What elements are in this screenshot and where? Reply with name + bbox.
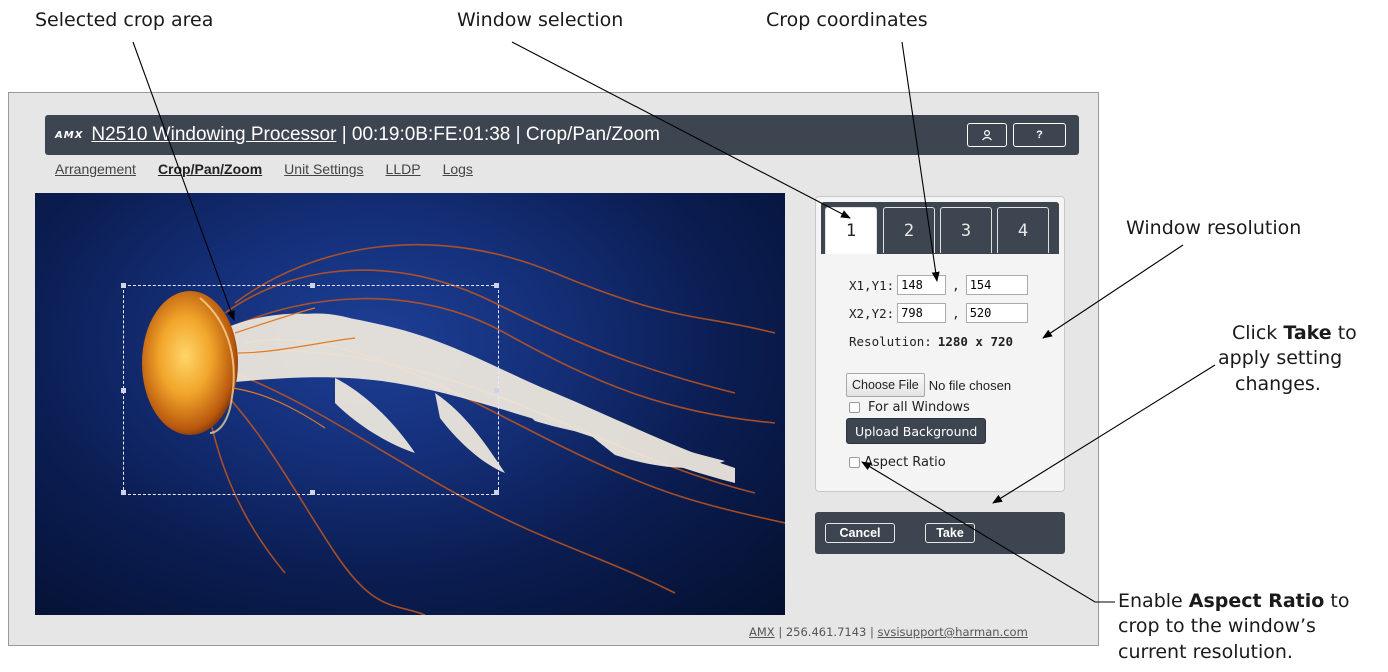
for-all-windows-label: For all Windows <box>868 400 970 415</box>
screenshot-frame: AMX N2510 Windowing Processor | 00:19:0B… <box>8 92 1099 646</box>
upload-row: Upload Background <box>846 418 987 444</box>
x2y2-label: X2,Y2: <box>849 305 895 321</box>
crop-handle-left[interactable] <box>121 388 126 393</box>
x1-input[interactable] <box>897 275 947 295</box>
tab-window-2[interactable]: 2 <box>883 207 935 253</box>
nav-arrangement[interactable]: Arrangement <box>55 161 136 177</box>
footer: AMX | 256.461.7143 | svsisupport@harman.… <box>749 625 1028 639</box>
resolution-row: Resolution: 1280 x 720 <box>849 334 1013 349</box>
resolution-label: Resolution: <box>849 334 932 349</box>
callout-window-resolution: Window resolution <box>1126 217 1302 239</box>
page-title: N2510 Windowing Processor | 00:19:0B:FE:… <box>91 124 660 145</box>
aspect-ratio-label: Aspect Ratio <box>864 455 946 470</box>
footer-email-link[interactable]: svsisupport@harman.com <box>878 625 1028 639</box>
aspect-ratio-checkbox[interactable] <box>849 457 860 468</box>
user-button[interactable] <box>967 123 1007 147</box>
x1y1-row: X1,Y1: , <box>849 275 1028 295</box>
crop-handle-bottom-left[interactable] <box>121 490 126 495</box>
for-all-windows-checkbox[interactable] <box>849 402 860 413</box>
nav-crop-pan-zoom[interactable]: Crop/Pan/Zoom <box>158 161 262 177</box>
tab-window-4[interactable]: 4 <box>997 207 1049 253</box>
nav-unit-settings[interactable]: Unit Settings <box>284 161 363 177</box>
for-all-windows-row: For all Windows <box>849 400 970 415</box>
x2y2-row: X2,Y2: , <box>849 303 1028 323</box>
amx-logo: AMX <box>55 129 84 141</box>
tab-window-3[interactable]: 3 <box>940 207 992 253</box>
nav-logs[interactable]: Logs <box>443 161 473 177</box>
tab-window-1[interactable]: 1 <box>825 207 877 254</box>
callout-take: Click Take to apply setting changes. <box>1218 322 1357 395</box>
upload-background-button[interactable]: Upload Background <box>846 418 987 444</box>
window-tabs: 1 2 3 4 <box>821 202 1059 254</box>
help-button[interactable]: ? <box>1013 123 1066 147</box>
crop-handle-bottom-right[interactable] <box>494 490 499 495</box>
resolution-value: 1280 x 720 <box>937 334 1014 349</box>
y1-input[interactable] <box>965 275 1028 295</box>
crop-handle-bottom[interactable] <box>310 490 315 495</box>
callout-crop-coordinates: Crop coordinates <box>766 9 928 31</box>
crop-handle-right[interactable] <box>494 388 499 393</box>
no-file-text: No file chosen <box>928 377 1012 393</box>
callout-window-selection: Window selection <box>457 9 624 31</box>
crop-settings-panel: 1 2 3 4 X1,Y1: , X2,Y2: , Resolution: 12… <box>815 196 1065 492</box>
crop-selection-box[interactable] <box>121 283 499 495</box>
crop-handle-top[interactable] <box>310 283 315 288</box>
aspect-ratio-row: Aspect Ratio <box>849 455 946 470</box>
choose-file-button[interactable]: Choose File <box>846 373 925 397</box>
callout-aspect-ratio: Enable Aspect Ratio to crop to the windo… <box>1118 590 1350 663</box>
file-row: Choose File No file chosen <box>846 373 1011 397</box>
x2-input[interactable] <box>897 303 947 323</box>
callout-selected-crop-area: Selected crop area <box>35 9 214 31</box>
source-image-preview[interactable] <box>35 193 785 615</box>
cancel-button[interactable]: Cancel <box>825 523 895 543</box>
x1y1-label: X1,Y1: <box>849 277 895 293</box>
y2-input[interactable] <box>965 303 1028 323</box>
crop-handle-top-left[interactable] <box>121 283 126 288</box>
user-icon <box>982 129 992 141</box>
main-nav: Arrangement Crop/Pan/Zoom Unit Settings … <box>55 161 473 177</box>
take-button[interactable]: Take <box>925 523 975 543</box>
title-bar: AMX N2510 Windowing Processor | 00:19:0B… <box>45 115 1079 155</box>
footer-amx-link[interactable]: AMX <box>749 625 775 639</box>
device-link[interactable]: N2510 Windowing Processor <box>91 124 336 145</box>
action-bar: Cancel Take <box>815 512 1065 554</box>
nav-lldp[interactable]: LLDP <box>386 161 421 177</box>
crop-handle-top-right[interactable] <box>494 283 499 288</box>
